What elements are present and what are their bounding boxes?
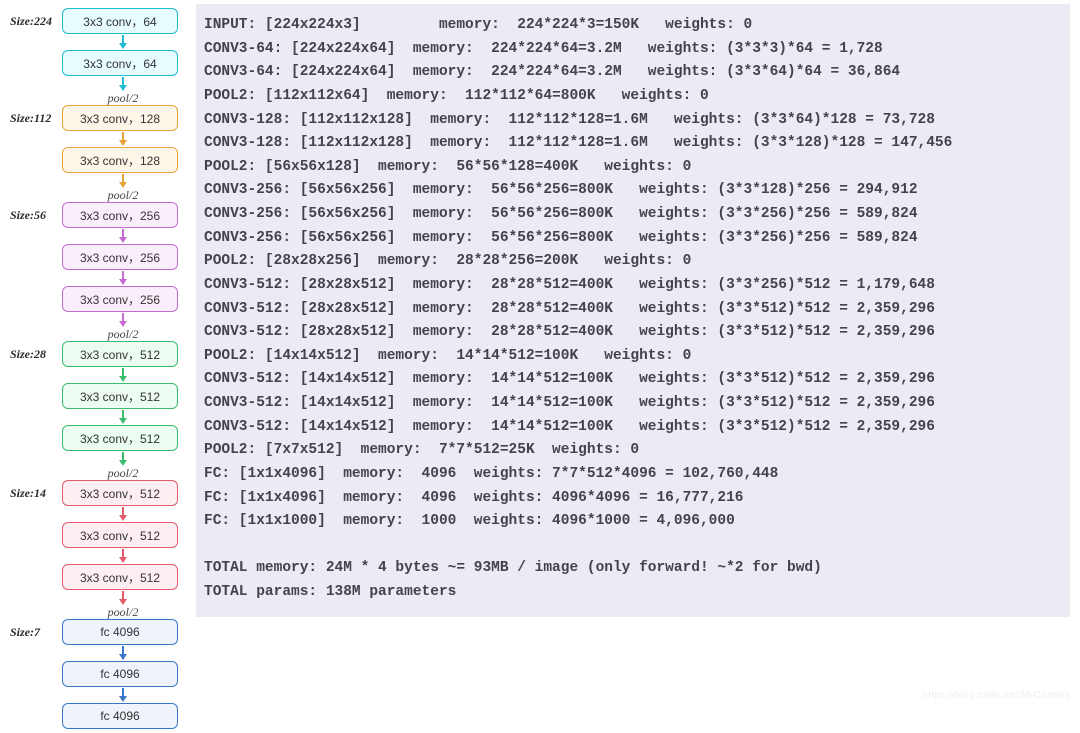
layer-block: 3x3 conv，512 (62, 564, 178, 590)
layout-row: Size:2243x3 conv，643x3 conv，64pool/2Size… (10, 4, 1070, 729)
layer-block: 3x3 conv，256 (62, 286, 178, 312)
layer-block: 3x3 conv，256 (62, 202, 178, 228)
memory-weights-listing: INPUT: [224x224x3] memory: 224*224*3=150… (196, 4, 1070, 617)
arrow-down-icon (62, 591, 184, 605)
size-label: Size:14 (10, 486, 62, 501)
layer-block: 3x3 conv，512 (62, 383, 178, 409)
pool-label: pool/2 (62, 466, 184, 480)
size-label: Size:28 (10, 347, 62, 362)
pool-label: pool/2 (62, 188, 184, 202)
layer-block: 3x3 conv，128 (62, 147, 178, 173)
pool-label: pool/2 (62, 91, 184, 105)
arrow-down-icon (62, 35, 184, 49)
layer-block: fc 4096 (62, 661, 178, 687)
layer-block: fc 4096 (62, 703, 178, 729)
arrow-down-icon (62, 452, 184, 466)
arrow-down-icon (62, 646, 184, 660)
arrow-down-icon (62, 688, 184, 702)
arrow-down-icon (62, 313, 184, 327)
arrow-down-icon (62, 271, 184, 285)
layer-block: 3x3 conv，256 (62, 244, 178, 270)
size-label: Size:224 (10, 14, 62, 29)
layer-block: 3x3 conv，512 (62, 425, 178, 451)
arrow-down-icon (62, 132, 184, 146)
layer-block: 3x3 conv，128 (62, 105, 178, 131)
block-stack: Size:2243x3 conv，643x3 conv，64pool/2Size… (62, 8, 184, 729)
layer-block: 3x3 conv，512 (62, 480, 178, 506)
arrow-down-icon (62, 410, 184, 424)
size-label: Size:7 (10, 625, 62, 640)
arrow-down-icon (62, 549, 184, 563)
architecture-diagram: Size:2243x3 conv，643x3 conv，64pool/2Size… (10, 4, 184, 729)
layer-block: 3x3 conv，512 (62, 341, 178, 367)
arrow-down-icon (62, 368, 184, 382)
pool-label: pool/2 (62, 327, 184, 341)
arrow-down-icon (62, 174, 184, 188)
layer-block: fc 4096 (62, 619, 178, 645)
size-label: Size:56 (10, 208, 62, 223)
arrow-down-icon (62, 507, 184, 521)
arrow-down-icon (62, 229, 184, 243)
size-label: Size:112 (10, 111, 62, 126)
layer-block: 3x3 conv，64 (62, 50, 178, 76)
pool-label: pool/2 (62, 605, 184, 619)
layer-block: 3x3 conv，512 (62, 522, 178, 548)
watermark: https://blog.csdn.net/MrCharles (922, 690, 1070, 701)
arrow-down-icon (62, 77, 184, 91)
layer-block: 3x3 conv，64 (62, 8, 178, 34)
